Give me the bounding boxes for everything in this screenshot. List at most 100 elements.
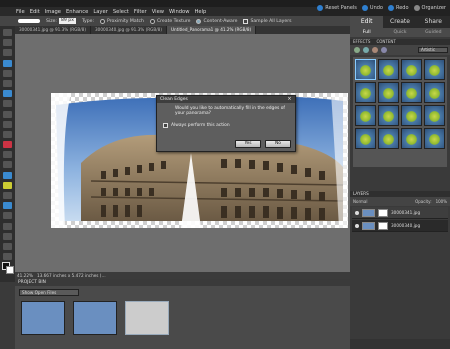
bin-thumbnail-30000340[interactable] [73, 301, 117, 335]
gradient-tool-icon[interactable] [3, 212, 12, 220]
menu-file[interactable]: File [16, 9, 25, 15]
reset-panels-button[interactable]: Reset Panels [317, 5, 357, 11]
editor-window: File Edit Image Enhance Layer Select Fil… [0, 0, 450, 349]
layer-row[interactable]: 30000340.jpg [352, 220, 448, 232]
type-option-content-aware[interactable]: Content-Aware [196, 18, 237, 24]
hand-tool-icon[interactable] [3, 49, 12, 57]
menu-edit[interactable]: Edit [30, 9, 40, 15]
always-perform-checkbox[interactable]: Always perform this action [163, 123, 230, 128]
pencil-tool-icon[interactable] [3, 253, 12, 261]
effect-thumbnail[interactable] [424, 59, 445, 80]
effect-thumbnail[interactable] [401, 82, 422, 103]
cookie-cutter-tool-icon[interactable] [3, 120, 12, 128]
eye-icon[interactable] [355, 210, 359, 215]
effect-thumbnail[interactable] [424, 82, 445, 103]
effect-thumbnail[interactable] [378, 59, 399, 80]
project-bin-filter-select[interactable]: Show Open Files [19, 289, 79, 296]
bin-thumbnail-30000341[interactable] [21, 301, 65, 335]
photo-effects-icon[interactable] [372, 47, 378, 53]
eyedropper-tool-icon[interactable] [3, 59, 12, 67]
move-tool-icon[interactable] [3, 29, 12, 36]
color-swatches[interactable] [2, 262, 14, 274]
undo-button[interactable]: Undo [361, 5, 383, 11]
blur-tool-icon[interactable] [3, 232, 12, 240]
paint-bucket-tool-icon[interactable] [3, 202, 12, 210]
tab-full[interactable]: Full [350, 28, 383, 37]
smart-brush-tool-icon[interactable] [3, 192, 12, 199]
straighten-tool-icon[interactable] [3, 130, 12, 138]
tab-guided[interactable]: Guided [417, 28, 450, 37]
brush-tool-icon[interactable] [3, 181, 12, 189]
blend-mode-select[interactable]: Normal [353, 199, 367, 204]
menu-view[interactable]: View [152, 9, 164, 15]
sample-all-layers-checkbox[interactable]: Sample All Layers [243, 18, 292, 24]
filters-icon[interactable] [354, 47, 360, 53]
effect-thumbnail[interactable] [378, 105, 399, 126]
effect-thumbnail[interactable] [378, 128, 399, 149]
type-option-texture[interactable]: Create Texture [149, 18, 190, 24]
background-color-swatch[interactable] [6, 266, 14, 274]
red-eye-tool-icon[interactable] [3, 141, 12, 149]
effect-thumbnail[interactable] [378, 82, 399, 103]
sample-all-layers-label: Sample All Layers [250, 18, 292, 24]
menu-help[interactable]: Help [194, 9, 206, 15]
doc-tab-30000341[interactable]: 30000341.jpg @ 91.3% (RGB/8) [15, 26, 91, 34]
all-effects-icon[interactable] [381, 47, 387, 53]
layer-row[interactable]: 30000341.jpg [352, 207, 448, 219]
layer-styles-icon[interactable] [363, 47, 369, 53]
redo-button[interactable]: Redo [387, 5, 409, 11]
size-field[interactable]: 89 px [58, 18, 76, 24]
checkbox-icon [163, 123, 168, 128]
close-icon[interactable]: × [287, 97, 292, 102]
type-option-label: Proximity Match [107, 18, 144, 24]
type-option-proximity[interactable]: Proximity Match [100, 18, 144, 24]
effects-category-select[interactable]: Artistic [418, 47, 448, 53]
tab-create[interactable]: Create [383, 16, 416, 28]
tool-options-bar: Size: 89 px Type: Proximity Match Create … [0, 16, 350, 26]
doc-tab-30000340[interactable]: 30000340.jpg @ 91.3% (RGB/8) [91, 26, 167, 34]
effect-thumbnail[interactable] [424, 128, 445, 149]
zoom-level[interactable]: 41.22% [17, 273, 33, 278]
top-right-bar: Reset Panels Undo Redo Organizer [317, 0, 450, 16]
marquee-tool-icon[interactable] [3, 69, 12, 77]
tab-edit[interactable]: Edit [350, 16, 384, 28]
tab-share[interactable]: Share [417, 16, 450, 28]
menu-filter[interactable]: Filter [134, 9, 147, 15]
organizer-label: Organizer [421, 5, 446, 11]
menu-image[interactable]: Image [45, 9, 61, 15]
effect-thumbnail[interactable] [401, 128, 422, 149]
effects-toolbar: Artistic [350, 45, 450, 55]
opacity-field[interactable]: 100% [436, 199, 450, 204]
shape-tool-icon[interactable] [3, 222, 12, 230]
effect-thumbnail[interactable] [355, 105, 376, 126]
eye-icon[interactable] [355, 223, 359, 228]
doc-tab-panorama[interactable]: Untitled_Panorama1 @ 41.2% (RGB/8) [166, 26, 257, 34]
menu-select[interactable]: Select [113, 9, 129, 15]
type-tool-icon[interactable] [3, 100, 12, 108]
effect-thumbnail[interactable] [355, 59, 376, 80]
effect-thumbnail[interactable] [401, 59, 422, 80]
effect-thumbnail[interactable] [355, 128, 376, 149]
organizer-button[interactable]: Organizer [413, 5, 446, 11]
tab-quick[interactable]: Quick [383, 28, 416, 37]
effect-thumbnail[interactable] [401, 105, 422, 126]
menu-layer[interactable]: Layer [93, 9, 107, 15]
effect-thumbnail[interactable] [424, 105, 445, 126]
clone-stamp-tool-icon[interactable] [3, 161, 12, 169]
brush-preview[interactable] [18, 19, 40, 23]
menu-enhance[interactable]: Enhance [66, 9, 88, 15]
sponge-tool-icon[interactable] [3, 242, 12, 250]
canvas-workspace[interactable] [15, 34, 350, 272]
quick-selection-tool-icon[interactable] [3, 90, 12, 98]
edit-sub-tabs: Full Quick Guided [350, 28, 450, 37]
yes-button[interactable]: Yes [235, 140, 261, 148]
effect-thumbnail[interactable] [355, 82, 376, 103]
lasso-tool-icon[interactable] [3, 79, 12, 87]
no-button[interactable]: No [265, 140, 291, 148]
menu-window[interactable]: Window [169, 9, 189, 15]
crop-tool-icon[interactable] [3, 110, 12, 118]
spot-healing-tool-icon[interactable] [3, 151, 12, 159]
bin-thumbnail-panorama[interactable] [125, 301, 169, 335]
eraser-tool-icon[interactable] [3, 171, 12, 179]
zoom-tool-icon[interactable] [3, 39, 12, 47]
